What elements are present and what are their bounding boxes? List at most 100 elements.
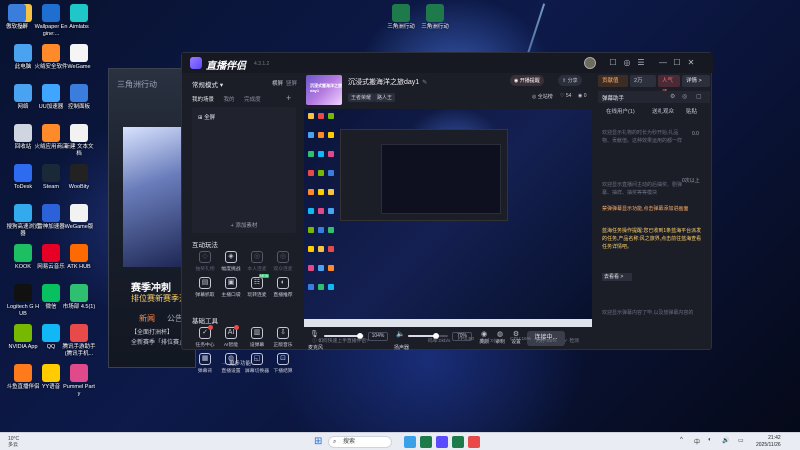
minimize-button[interactable]: — [657,57,669,69]
taskbar-app-icon[interactable] [468,436,480,448]
tool-button[interactable]: ▥ 设弹幕 [244,327,270,348]
help-link[interactable]: ⓘ 如何快速上手直播伴侣? [312,337,369,344]
tool-button[interactable]: ◈ 幅度挑战 [218,251,244,272]
taskbar-app-icon[interactable] [420,436,432,448]
desktop-icon[interactable]: 三角洲行动 [418,4,452,31]
desktop-icon-label: 新建 文本文档 [64,144,94,157]
game-news-line[interactable]: 【全面打洲杯】 [131,327,173,336]
notification-dot [208,325,213,330]
desktop-icon[interactable]: ATK HUB [62,244,96,271]
game-icon [426,4,444,22]
ime-indicator[interactable]: 中 [694,437,700,446]
desktop-icon[interactable]: 三角洲行动 [384,4,418,31]
preview-app-window [340,129,508,221]
category-tag[interactable]: 路人王 [374,93,396,102]
close-button[interactable]: ✕ [685,57,697,69]
desktop-icon[interactable]: Aimlabs [62,4,96,31]
windows-start-icon[interactable]: ⊞ [314,437,324,447]
tool-button[interactable]: ⊡ 下播结算 [270,353,296,374]
system-clock[interactable]: 21:42 2025/11/26 [756,435,781,449]
desktop-icon[interactable]: WeGame版 [62,204,96,231]
add-material-button[interactable]: + 添加素材 [192,221,296,229]
tool-label: 弹幕背 [197,369,213,374]
app-name: 直播伴侣 [206,61,246,72]
tool-button[interactable]: ◎ 本人连麦 [244,251,270,272]
battery-icon[interactable]: ▭ [738,437,744,444]
live-notify-button[interactable]: ◉ 开播提醒 [510,75,544,86]
tool-button[interactable]: ☷ 玩转连麦 NEW [244,274,270,298]
tool-button[interactable]: ✓ 任务中心 [192,325,218,348]
tab-stickers[interactable]: 贴贴 [686,107,697,115]
volume-icon[interactable]: 🔊 [722,437,729,444]
mic-volume-value[interactable]: 104% [368,332,388,341]
network-icon[interactable]: ◐ [708,437,712,443]
search-box[interactable]: ⌕ 搜索 [328,436,392,448]
likes-count: ♡ 54 [560,93,572,99]
speaker-icon[interactable]: 🔈 [396,330,405,338]
taskbar-app-icon[interactable] [404,436,416,448]
live-preview-canvas[interactable] [304,109,592,327]
tray-overflow-icon[interactable]: ^ [680,437,683,443]
tool-button[interactable]: ▦ 弹幕背 [192,353,218,374]
headset-icon[interactable]: ◎ [621,57,633,69]
tool-label: 设弹幕 [249,343,265,348]
desktop-icon[interactable]: 腾讯手游助手(腾讯手机... [62,324,96,357]
desktop-icon[interactable]: 新建 文本文档 [62,124,96,157]
message-icon[interactable]: ☐ [607,57,619,69]
menu-icon[interactable]: ☰ [635,57,647,69]
tool-button[interactable]: ▣ 主播口袋 [218,277,244,298]
desktop-icon[interactable]: 市场部 4.5(1) [62,284,96,311]
stream-cover[interactable]: 沉浸式搬海洋之旅day1 [306,75,342,105]
maximize-button[interactable]: ☐ [671,57,683,69]
info-note: 欢迎显示弹幕内容了毕,以及放弹幕内容的 [602,310,694,316]
warning-message[interactable]: 禁弹弹幕显示功能,点击弹幕添加进画面 [602,205,702,213]
stream-title[interactable]: 沉浸式搬海洋之旅day1 ✎ [348,77,427,87]
preview-desktop-icon [318,170,324,176]
desktop-icon[interactable]: WeGame [62,44,96,71]
mode-selector[interactable]: 常规模式 ▾ [192,79,223,89]
landscape-toggle[interactable]: 横屏 [272,79,283,87]
tool-label: 弹幕抓取 [195,293,215,298]
tab-online-users[interactable]: 在线用户(1) [606,107,635,115]
rank-badge[interactable]: ◎ 全站榜 [532,93,553,100]
tab-completion[interactable]: 完成度 [244,97,261,103]
desktop-icon[interactable]: 控制面板 [62,84,96,111]
taskbar-app-icon[interactable] [436,436,448,448]
desktop-icon[interactable]: 傲软投屏 [0,4,34,31]
desktop-icon[interactable]: WooBity [62,164,96,191]
details-button[interactable]: 详情 > [682,75,710,87]
scene-item-fullscreen[interactable]: ⊞ 全屏 [198,113,215,121]
go-look-link[interactable]: 去看看 > [602,273,632,281]
tool-button[interactable]: AI AI智能 [218,325,244,348]
tab-mine[interactable]: 我的 [224,97,235,103]
eye-icon[interactable]: ◎ [682,93,687,100]
tool-label: 正版音乐 [273,343,293,348]
tool-icon: ▤ [199,277,211,289]
popularity-button[interactable]: 人气值 [658,75,680,96]
tab-my-scenes[interactable]: 我的场景 [192,97,214,103]
tab-gift-givers[interactable]: 送礼观众 [652,107,674,115]
tool-button[interactable]: ◎ 观众连麦 [270,251,296,272]
more-functions-button[interactable]: ··· 更多功能 [222,359,251,367]
edit-icon[interactable]: ✎ [422,80,427,86]
game-news-line[interactable]: 全新赛季「排位赛」 [131,337,185,346]
tool-button[interactable]: ◇ 抽奖礼物 [192,251,218,272]
settings-icon[interactable]: ⚙ [670,93,675,100]
add-scene-icon[interactable]: + [286,93,291,103]
user-avatar[interactable] [584,57,596,69]
tool-button[interactable]: ◐ 直播推荐 [270,277,296,298]
game-tab-news[interactable]: 新闻 [139,313,155,324]
category-tag[interactable]: 王者荣耀 [348,93,375,102]
desktop-icon[interactable]: Pummel Party [62,364,96,397]
app-titlebar[interactable]: 直播伴侣 4.3.1.2 ☐ ◎ ☰ — ☐ ✕ [182,53,713,73]
network-check[interactable]: ✓ 检测 [564,337,579,344]
share-button[interactable]: ⇪ 分享 [558,75,582,86]
viewers-count-button[interactable]: 2万 [630,75,656,87]
portrait-toggle[interactable]: 竖屏 [286,79,297,87]
contribution-button[interactable]: 贡献值 [598,75,628,87]
tool-button[interactable]: ⇩ 正版音乐 [270,327,296,348]
popout-icon[interactable]: ▢ [696,93,702,100]
weather-widget[interactable]: 10°C 多云 [8,436,19,448]
tool-button[interactable]: ▤ 弹幕抓取 [192,277,218,298]
taskbar-app-icon[interactable] [452,436,464,448]
